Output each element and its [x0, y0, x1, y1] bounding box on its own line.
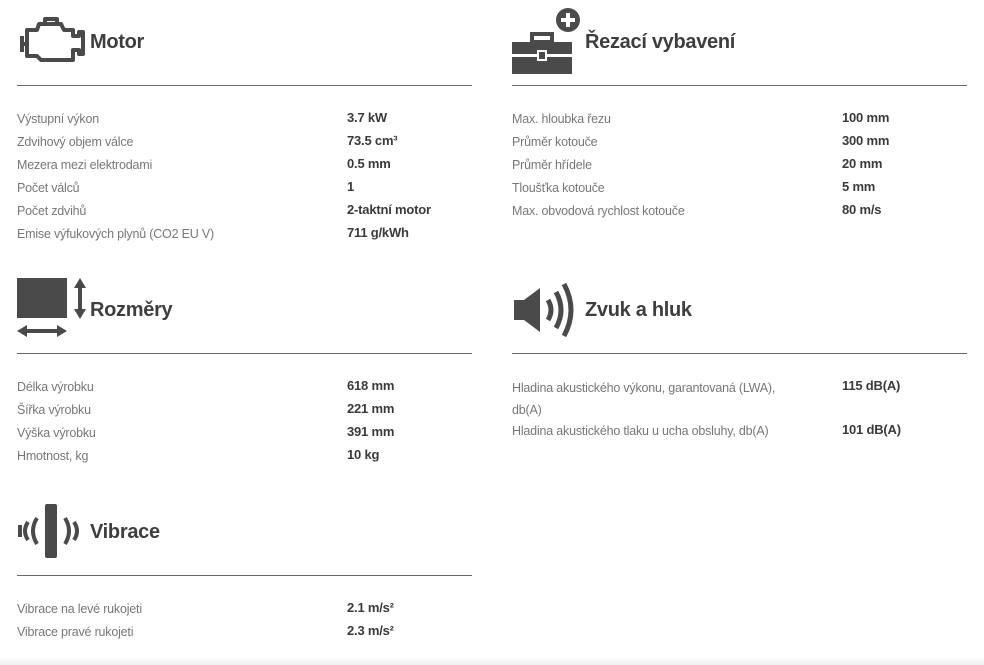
spec-value: 115 dB(A) [842, 378, 901, 393]
spec-label: Průměr kotouče [512, 135, 598, 149]
spec-row: Hladina akustického výkonu, garantovaná … [512, 377, 967, 421]
dimensions-icon [17, 278, 86, 337]
spec-row: Emise výfukových plynů (CO2 EU V) 711 g/k… [17, 224, 472, 247]
section-header: Vibrace [17, 502, 472, 576]
spec-label: Zdvihový objem válce [17, 135, 134, 149]
section-title: Motor [90, 31, 145, 53]
spec-row: Vibrace na levé rukojeti 2.1 m/s² [17, 599, 472, 622]
spec-row: Výška výrobku 391 mm [17, 423, 472, 446]
section-sound: Zvuk a hluk Hladina akustického výkonu, … [512, 280, 967, 444]
spec-label: Hmotnost, kg [17, 449, 89, 463]
spec-value: 73.5 cm³ [347, 133, 398, 148]
spec-label: Počet válců [17, 181, 80, 195]
section-dimensions: Rozměry Délka výrobku 618 mm Šířka výrobk… [17, 278, 472, 469]
section-title: Řezací vybavení [585, 31, 736, 53]
section-cutting-equipment: Řezací vybavení Max. hloubka řezu 100 mm … [512, 8, 967, 224]
engine-icon [20, 17, 85, 62]
spec-row: Hladina akustického tlaku u ucha obsluhy… [512, 421, 967, 444]
section-header: Zvuk a hluk [512, 280, 967, 354]
spec-value: 5 mm [842, 179, 876, 194]
spec-label: Max. obvodová rychlost kotouče [512, 204, 685, 218]
section-title: Zvuk a hluk [585, 299, 692, 321]
spec-label: Výstupní výkon [17, 112, 99, 126]
spec-row: Výstupní výkon 3.7 kW [17, 109, 472, 132]
section-title: Rozměry [90, 299, 173, 321]
vibration-icon [18, 504, 79, 558]
spec-label: Vibrace pravé rukojeti [17, 625, 134, 639]
spec-value: 101 dB(A) [842, 422, 901, 437]
spec-label: Průměr hřídele [512, 158, 592, 172]
spec-label: Tloušťka kotouče [512, 181, 605, 195]
spec-value: 391 mm [347, 424, 395, 439]
spec-value: 20 mm [842, 156, 883, 171]
spec-row: Délka výrobku 618 mm [17, 377, 472, 400]
speaker-icon [514, 282, 574, 338]
spec-label: Mezera mezi elektrodami [17, 158, 153, 172]
page-bottom-shadow [0, 657, 984, 665]
spec-row: Zdvihový objem válce 73.5 cm³ [17, 132, 472, 155]
spec-label: Emise výfukových plynů (CO2 EU V) [17, 227, 214, 241]
spec-row: Šířka výrobku 221 mm [17, 400, 472, 423]
spec-value: 80 m/s [842, 202, 882, 217]
spec-value: 2-taktní motor [347, 202, 431, 217]
section-header: Motor [17, 12, 472, 86]
spec-value: 3.7 kW [347, 110, 387, 125]
spec-row: Vibrace pravé rukojeti 2.3 m/s² [17, 622, 472, 645]
spec-row: Max. hloubka řezu 100 mm [512, 109, 967, 132]
section-motor: Motor Výstupní výkon 3.7 kW Zdvihový obje… [17, 12, 472, 247]
spec-row: Průměr kotouče 300 mm [512, 132, 967, 155]
spec-label: Počet zdvihů [17, 204, 87, 218]
spec-value: 1 [347, 179, 355, 194]
spec-value: 618 mm [347, 378, 395, 393]
spec-value: 221 mm [347, 401, 395, 416]
spec-value: 2.3 m/s² [347, 623, 394, 638]
spec-label: Hladina akustického tlaku u ucha obsluhy… [512, 424, 769, 438]
spec-value: 2.1 m/s² [347, 600, 394, 615]
spec-value: 300 mm [842, 133, 890, 148]
spec-row: Max. obvodová rychlost kotouče 80 m/s [512, 201, 967, 224]
spec-label: Vibrace na levé rukojeti [17, 602, 142, 616]
spec-value: 0.5 mm [347, 156, 391, 171]
section-header: Řezací vybavení [512, 8, 967, 86]
spec-label: Šířka výrobku [17, 403, 91, 417]
section-title: Vibrace [90, 521, 160, 543]
spec-label: Délka výrobku [17, 380, 94, 394]
section-header: Rozměry [17, 278, 472, 354]
spec-row: Tloušťka kotouče 5 mm [512, 178, 967, 201]
spec-row: Počet zdvihů 2-taktní motor [17, 201, 472, 224]
spec-row: Průměr hřídele 20 mm [512, 155, 967, 178]
spec-value: 100 mm [842, 110, 890, 125]
spec-label: Max. hloubka řezu [512, 112, 611, 126]
spec-value: 10 kg [347, 447, 380, 462]
spec-label: Hladina akustického výkonu, garantovaná … [512, 381, 776, 417]
section-vibration: Vibrace Vibrace na levé rukojeti 2.1 m/s²… [17, 502, 472, 645]
toolbox-plus-icon [512, 8, 580, 74]
spec-row: Hmotnost, kg 10 kg [17, 446, 472, 469]
spec-label: Výška výrobku [17, 426, 96, 440]
spec-value: 711 g/kWh [347, 225, 409, 240]
spec-row: Mezera mezi elektrodami 0.5 mm [17, 155, 472, 178]
spec-row: Počet válců 1 [17, 178, 472, 201]
